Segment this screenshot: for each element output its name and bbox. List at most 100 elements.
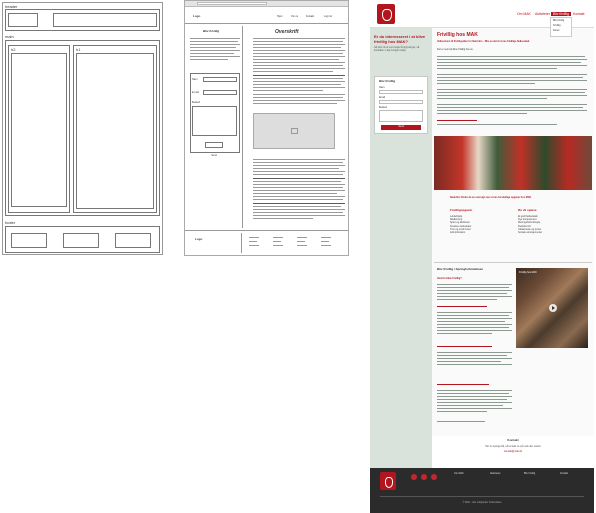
video-thumbnail[interactable]: Frivillig hos MAK [516, 268, 588, 348]
text-line [253, 50, 345, 51]
text-line [190, 59, 228, 60]
footer-logo[interactable] [380, 472, 396, 490]
text-line [253, 174, 343, 175]
name-input[interactable] [379, 90, 423, 94]
col2-heading: Du vil opleve [518, 208, 537, 212]
nav-item-1[interactable]: Om MAK [517, 12, 531, 16]
instagram-icon[interactable] [421, 474, 427, 480]
volunteers-photo [434, 136, 592, 190]
header-divider [185, 23, 348, 24]
text-line [253, 171, 345, 172]
text-line [437, 318, 512, 319]
text-line [321, 245, 331, 246]
mid-nav-4[interactable]: Log ind [324, 15, 332, 18]
footer-col-3[interactable]: Bliv frivillig [524, 472, 535, 475]
text-line [437, 287, 509, 288]
text-line [437, 74, 587, 75]
mid-sidebar-heading: Bliv frivillig [203, 29, 220, 33]
footer-col-1[interactable]: Om MAK [454, 472, 464, 475]
main-label: main [5, 34, 14, 39]
text-line [297, 241, 305, 242]
text-line [437, 83, 535, 84]
nav-item-3-active[interactable]: Bliv frivillig [551, 12, 571, 16]
mid-form-label-email: E-mail [192, 91, 199, 94]
text-line [437, 290, 512, 291]
footer-separator [241, 233, 242, 253]
text-line [437, 107, 583, 108]
volunteer-form: Bliv frivillig Navn Email Besked Send [374, 76, 428, 134]
play-icon[interactable] [549, 304, 557, 312]
form-label-email: Email [379, 96, 385, 99]
section2-title: Bliv frivillig i Springforbindelsen [437, 267, 484, 271]
text-line [253, 87, 345, 88]
mid-image-placeholder [253, 113, 335, 149]
mid-nav-2[interactable]: Om os [291, 15, 298, 18]
mid-message-textarea[interactable] [192, 106, 237, 136]
text-line [437, 110, 587, 111]
image-icon [291, 128, 298, 134]
mid-name-input[interactable] [203, 77, 237, 82]
mak-logo[interactable] [377, 4, 395, 24]
text-line [253, 53, 343, 54]
text-line [190, 56, 240, 57]
text-line [437, 113, 527, 114]
send-button[interactable]: Send [381, 125, 421, 130]
mid-submit-button[interactable]: Send [205, 142, 223, 157]
text-line [437, 399, 507, 400]
text-line [437, 396, 512, 397]
text-line [253, 56, 345, 57]
text-line [253, 94, 345, 95]
nav-item-4[interactable]: Kontakt [573, 12, 585, 16]
nav-item-2[interactable]: Aktiviteter [535, 12, 550, 16]
text-line [253, 103, 337, 104]
footer-col-4[interactable]: Kontakt [560, 472, 568, 475]
text-line [253, 165, 345, 166]
join-box: Er du interesseret i at blive frivillig … [374, 34, 428, 68]
text-line [437, 315, 509, 316]
text-line [321, 237, 331, 238]
email-input[interactable] [379, 100, 423, 104]
mid-email-input[interactable] [203, 90, 237, 95]
main-title: Frivillig hos MAK [437, 32, 478, 38]
mid-nav-1[interactable]: Hjem [277, 15, 283, 18]
section2-heading: Hvorfor blive frivillig? [437, 277, 462, 280]
join-text: Så skriv til os med nogle få oplysninger… [374, 46, 420, 53]
text-line [253, 212, 343, 213]
form-label-message: Besked [379, 106, 387, 109]
footer-col-1 [11, 233, 47, 248]
text-line [437, 393, 509, 394]
text-line [253, 178, 345, 179]
text-line [437, 65, 587, 66]
dropdown-item-3[interactable]: Donér [551, 28, 571, 33]
mid-nav-3[interactable]: Kontakt [306, 15, 314, 18]
text-line [253, 59, 339, 60]
text-line [253, 218, 313, 219]
linkedin-icon[interactable] [431, 474, 437, 480]
facebook-icon[interactable] [411, 474, 417, 480]
text-line [437, 405, 503, 406]
text-line [437, 62, 581, 63]
text-line [253, 68, 345, 69]
text-line [437, 324, 512, 325]
text-line [437, 364, 512, 365]
text-line [253, 215, 345, 216]
col2-list: Et godt fællesskab Nye kompetencer Menin… [518, 215, 542, 234]
text-line [321, 241, 329, 242]
list-item: Sociale arrangementer [518, 231, 543, 235]
text-line [253, 100, 345, 101]
address-bar [197, 2, 267, 5]
text-line [437, 408, 512, 409]
text-line [437, 327, 509, 328]
text-line [437, 104, 587, 105]
text-line [437, 124, 557, 125]
contact-link[interactable]: kontakt@mak.dk [432, 450, 594, 453]
footer-col-2[interactable]: Aktiviteter [490, 472, 501, 475]
text-line [437, 77, 583, 78]
mid-footer-logo: Logo [195, 237, 203, 241]
h1-label: h1 [76, 47, 81, 52]
text-line [273, 241, 281, 242]
text-line [253, 75, 345, 76]
text-line [253, 168, 339, 169]
text-line [253, 190, 345, 191]
message-textarea[interactable] [379, 110, 423, 122]
